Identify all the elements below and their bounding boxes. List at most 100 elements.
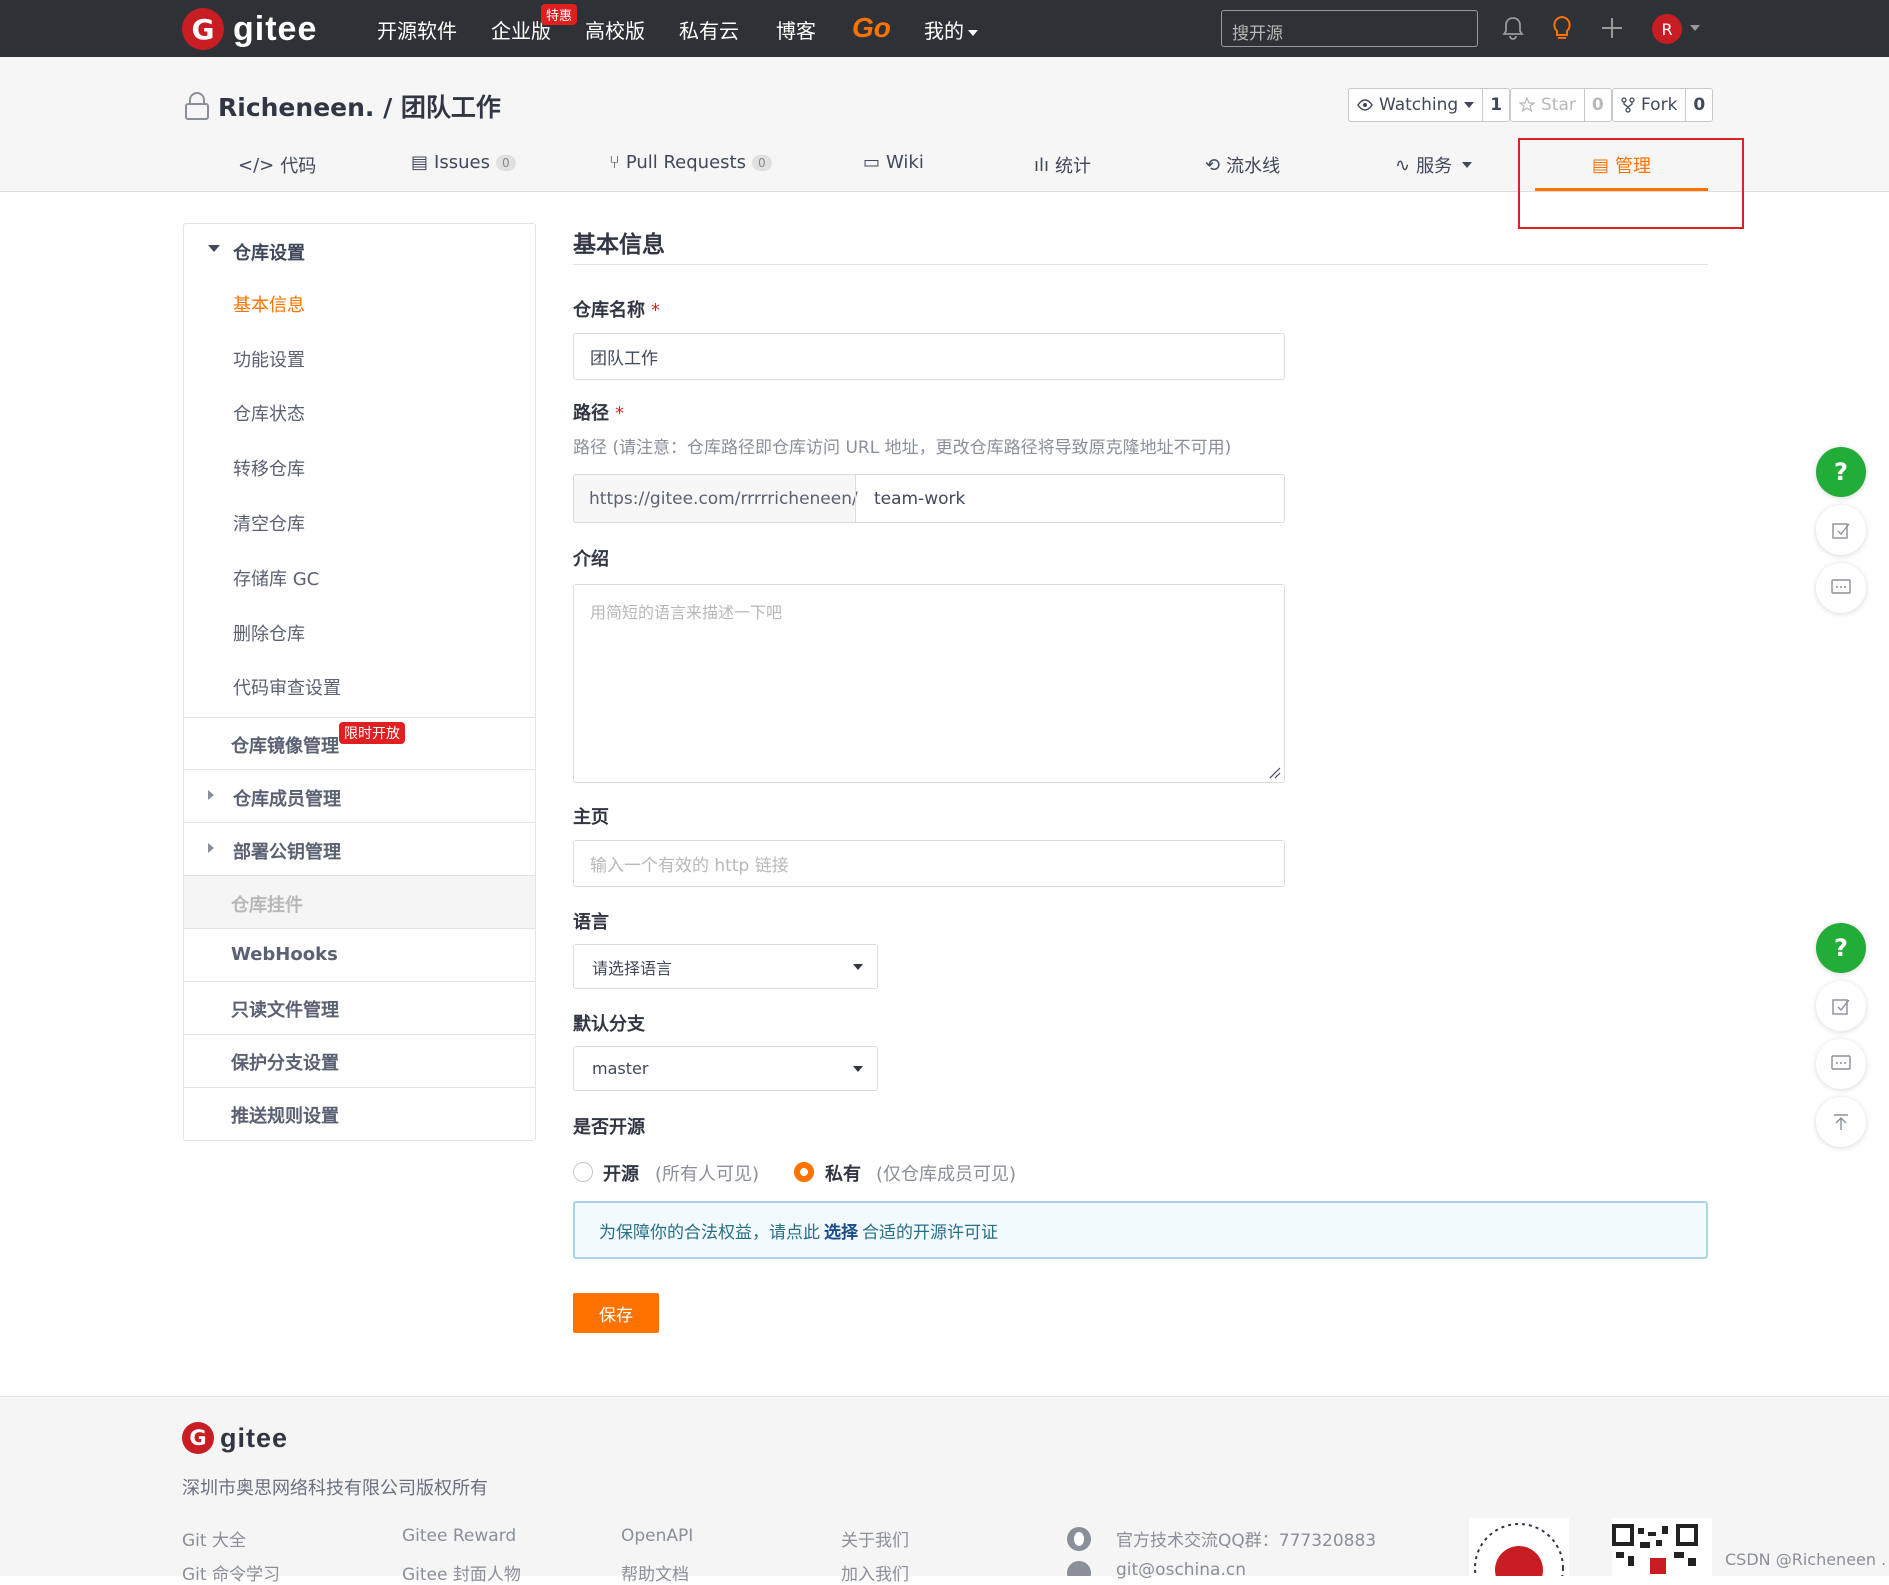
- footer-link[interactable]: 帮助文档: [621, 1560, 689, 1585]
- save-button[interactable]: 保存: [573, 1293, 659, 1333]
- sidebar-item-mirror[interactable]: 仓库镜像管理: [231, 732, 339, 758]
- repo-name-input[interactable]: 团队工作: [573, 333, 1285, 380]
- intro-textarea[interactable]: 用简短的语言来描述一下吧: [573, 584, 1285, 783]
- tab-pipeline[interactable]: ⟲ 流水线: [1205, 152, 1280, 178]
- language-select[interactable]: 请选择语言: [573, 944, 878, 989]
- radio-open-source-label[interactable]: 开源: [603, 1160, 639, 1186]
- language-label: 语言: [573, 912, 609, 933]
- license-notice: 为保障你的合法权益，请点此 选择 合适的开源许可证: [573, 1201, 1708, 1259]
- fork-button[interactable]: Fork 0: [1612, 88, 1714, 122]
- radio-private-label[interactable]: 私有: [825, 1160, 861, 1186]
- top-navbar: G gitee 开源软件 企业版 特惠 高校版 私有云 博客 Go 我的 搜开源…: [0, 0, 1889, 57]
- footer-email[interactable]: git@oschina.cn: [1116, 1560, 1246, 1580]
- avatar[interactable]: R: [1652, 14, 1682, 44]
- nav-open-source[interactable]: 开源软件: [377, 15, 457, 44]
- sidebar-item-basic-info[interactable]: 基本信息: [233, 291, 305, 317]
- email-icon: [1067, 1561, 1091, 1576]
- star-label-wrap: Star: [1511, 89, 1584, 121]
- sidebar-item-transfer[interactable]: 转移仓库: [233, 455, 305, 481]
- footer-link[interactable]: 加入我们: [841, 1560, 909, 1585]
- pipeline-icon: ⟲: [1205, 154, 1221, 176]
- help-icon[interactable]: ?: [1816, 447, 1866, 497]
- sidebar-item-protect-branch[interactable]: 保护分支设置: [231, 1049, 339, 1075]
- sidebar-item-push-rules[interactable]: 推送规则设置: [231, 1102, 339, 1128]
- watching-label: Watching: [1379, 95, 1459, 115]
- pulls-count: 0: [751, 154, 772, 171]
- sidebar-divider: [183, 717, 536, 718]
- help-icon[interactable]: ?: [1816, 923, 1866, 973]
- edit-icon[interactable]: [1816, 981, 1866, 1031]
- nav-university[interactable]: 高校版: [585, 15, 645, 44]
- sidebar-item-gc[interactable]: 存储库 GC: [233, 565, 319, 591]
- footer-link[interactable]: Gitee 封面人物: [402, 1560, 521, 1585]
- sidebar-item-clear[interactable]: 清空仓库: [233, 510, 305, 536]
- bell-icon[interactable]: [1499, 14, 1527, 42]
- sidebar-item-members[interactable]: 仓库成员管理: [233, 785, 341, 811]
- sidebar-item-deploy-keys[interactable]: 部署公钥管理: [233, 838, 341, 864]
- footer-link[interactable]: Git 大全: [182, 1526, 246, 1551]
- pull-request-icon: ⑂: [609, 152, 620, 173]
- radio-private[interactable]: [794, 1162, 814, 1182]
- logo-mark: G: [182, 8, 224, 50]
- edit-icon[interactable]: [1816, 505, 1866, 555]
- footer-link[interactable]: OpenAPI: [621, 1526, 693, 1546]
- tab-pulls-label: Pull Requests: [625, 152, 746, 173]
- resize-handle-icon[interactable]: [1268, 766, 1281, 779]
- star-label: Star: [1541, 95, 1576, 115]
- tab-wiki[interactable]: ▭ Wiki: [863, 152, 924, 173]
- radio-open-source[interactable]: [573, 1162, 593, 1182]
- tab-service[interactable]: ∿ 服务: [1395, 152, 1473, 178]
- tab-code[interactable]: </> 代码: [238, 152, 316, 178]
- comment-icon[interactable]: [1816, 563, 1866, 613]
- sidebar-item-code-review[interactable]: 代码审查设置: [233, 674, 341, 700]
- caret-down-icon: [208, 245, 220, 252]
- lock-icon: [185, 92, 209, 120]
- nav-blog[interactable]: 博客: [776, 15, 816, 44]
- edit-icon-svg: [1832, 999, 1850, 1015]
- homepage-input[interactable]: 输入一个有效的 http 链接: [573, 840, 1285, 887]
- bulb-icon[interactable]: [1548, 14, 1576, 42]
- comment-icon-svg: [1831, 579, 1851, 594]
- footer-copyright: 深圳市奥思网络科技有限公司版权所有: [182, 1478, 488, 1499]
- footer-link[interactable]: Gitee Reward: [402, 1526, 516, 1546]
- nav-mine[interactable]: 我的: [924, 15, 978, 44]
- tab-issues[interactable]: ▤ Issues 0: [411, 152, 516, 173]
- back-to-top-icon[interactable]: [1816, 1097, 1866, 1147]
- nav-private-cloud[interactable]: 私有云: [679, 15, 739, 44]
- sidebar-divider: [183, 981, 536, 982]
- edit-icon-svg: [1832, 523, 1850, 539]
- plus-icon[interactable]: [1598, 14, 1626, 42]
- eye-icon: [1357, 99, 1373, 111]
- footer-link[interactable]: Git 命令学习: [182, 1560, 280, 1585]
- repo-title[interactable]: Richeneen. / 团队工作: [218, 88, 501, 124]
- star-button[interactable]: Star 0: [1510, 88, 1612, 122]
- open-source-label: 是否开源: [573, 1117, 645, 1138]
- default-branch-select[interactable]: master: [573, 1046, 878, 1091]
- avatar-chevron-icon[interactable]: [1690, 25, 1700, 31]
- qr-code-image: [1612, 1524, 1698, 1574]
- footer-logo[interactable]: G gitee: [182, 1422, 288, 1454]
- gitee-logo[interactable]: G gitee: [182, 8, 317, 50]
- language-select-value: 请选择语言: [592, 958, 673, 978]
- notice-select-link[interactable]: 选择: [824, 1218, 858, 1243]
- path-input[interactable]: team-work: [855, 474, 1285, 523]
- sidebar-group-repo-settings[interactable]: 仓库设置: [233, 239, 305, 265]
- tab-pull-requests[interactable]: ⑂ Pull Requests 0: [609, 152, 772, 173]
- footer-link[interactable]: 关于我们: [841, 1526, 909, 1551]
- sidebar-item-delete[interactable]: 删除仓库: [233, 620, 305, 646]
- sidebar-item-webhooks[interactable]: WebHooks: [231, 944, 338, 965]
- sidebar-item-readonly[interactable]: 只读文件管理: [231, 996, 339, 1022]
- nav-go[interactable]: Go: [852, 12, 891, 44]
- comment-icon[interactable]: [1816, 1039, 1866, 1089]
- footer-qq-group: 官方技术交流QQ群：777320883: [1116, 1531, 1377, 1551]
- watching-button[interactable]: Watching 1: [1348, 88, 1511, 122]
- tab-stats[interactable]: ılı 统计: [1034, 152, 1091, 178]
- back-to-top-icon-svg: [1834, 1114, 1848, 1130]
- default-branch-label: 默认分支: [573, 1014, 645, 1035]
- logo-text: gitee: [233, 9, 318, 48]
- sidebar-item-status[interactable]: 仓库状态: [233, 400, 305, 426]
- required-mark: *: [651, 300, 660, 321]
- required-mark: *: [615, 403, 624, 424]
- sidebar-item-features[interactable]: 功能设置: [233, 346, 305, 372]
- search-input[interactable]: 搜开源: [1221, 10, 1478, 47]
